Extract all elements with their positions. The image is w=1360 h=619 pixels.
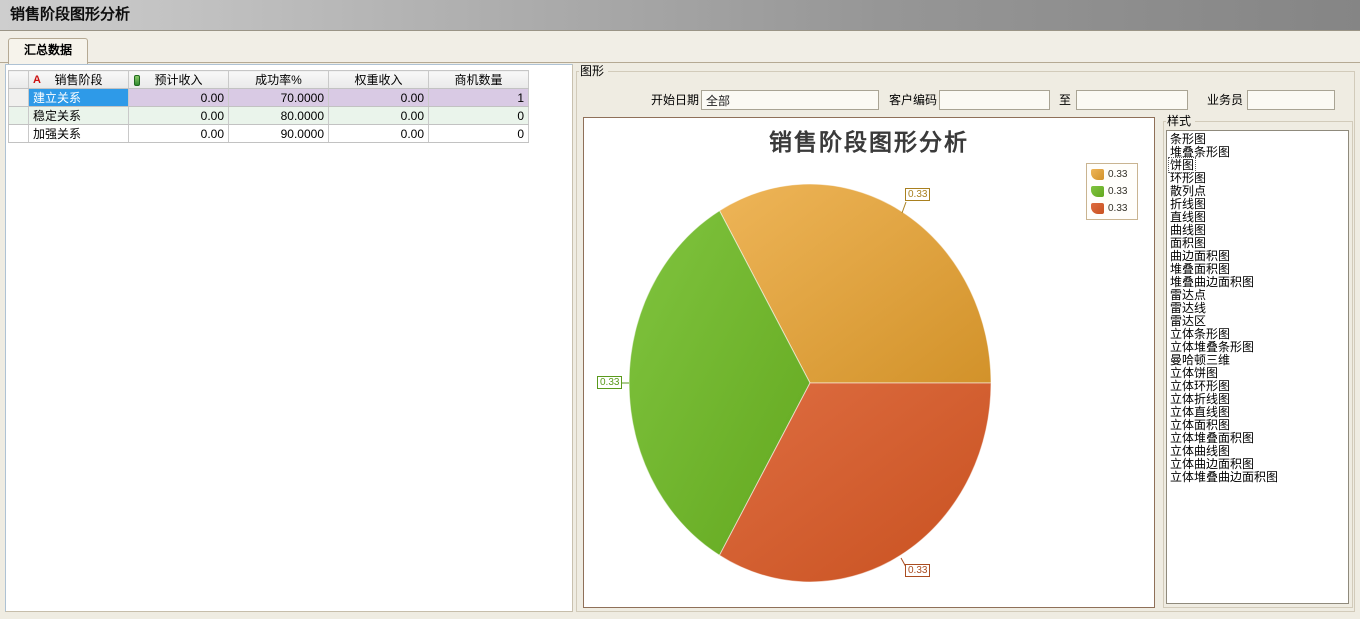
column-header-expected[interactable]: 预计收入	[129, 71, 229, 89]
row-indicator[interactable]	[9, 107, 29, 125]
legend-item: 0.33	[1091, 169, 1133, 180]
legend-label: 0.33	[1108, 203, 1127, 214]
legend-item: 0.33	[1091, 186, 1133, 197]
table-cell[interactable]: 70.0000	[229, 89, 329, 107]
table-cell[interactable]: 1	[429, 89, 529, 107]
table-cell[interactable]: 0.00	[129, 89, 229, 107]
column-header-weighted[interactable]: 权重收入	[329, 71, 429, 89]
chart-area: 销售阶段图形分析 0.33 0.33 0.33 0.33 0.33 0.33	[583, 117, 1155, 608]
pie-slice-value-callout: 0.33	[597, 376, 622, 389]
table-row[interactable]: 加强关系 0.00 90.0000 0.00 0	[9, 125, 529, 143]
tab-summary-data[interactable]: 汇总数据	[8, 38, 88, 64]
column-header-label: 销售阶段	[54, 73, 102, 87]
style-list[interactable]: 条形图堆叠条形图饼图环形图散列点折线图直线图曲线图面积图曲边面积图堆叠面积图堆叠…	[1166, 130, 1349, 604]
style-group-label: 样式	[1166, 114, 1195, 128]
table-cell[interactable]: 0.00	[329, 89, 429, 107]
style-list-item[interactable]: 立体堆叠曲边面积图	[1169, 471, 1348, 484]
start-date-input[interactable]	[701, 90, 879, 110]
customer-code-to-input[interactable]	[1076, 90, 1188, 110]
table-row[interactable]: 稳定关系 0.00 80.0000 0.00 0	[9, 107, 529, 125]
salesperson-label: 业务员	[1197, 90, 1243, 110]
row-indicator[interactable]	[9, 125, 29, 143]
salesperson-input[interactable]	[1247, 90, 1335, 110]
pie-chart	[584, 118, 1154, 607]
pie-slice-value-callout: 0.33	[905, 564, 930, 577]
chart-title: 销售阶段图形分析	[584, 123, 1154, 157]
table-cell[interactable]: 0.00	[129, 125, 229, 143]
tab-strip	[0, 31, 1360, 63]
style-group-box: 样式 条形图堆叠条形图饼图环形图散列点折线图直线图曲线图面积图曲边面积图堆叠面积…	[1163, 121, 1353, 608]
column-header-label: 商机数量	[454, 73, 502, 87]
row-indicator-header[interactable]	[9, 71, 29, 89]
table-cell[interactable]: 0	[429, 107, 529, 125]
column-type-number-icon	[134, 75, 140, 86]
summary-table: A 销售阶段 预计收入 成功率% 权重收入 商机数量 建立关系 0.00 70.…	[8, 70, 529, 143]
table-cell[interactable]: 90.0000	[229, 125, 329, 143]
legend-label: 0.33	[1108, 169, 1127, 180]
column-header-opportunity-count[interactable]: 商机数量	[429, 71, 529, 89]
legend-label: 0.33	[1108, 186, 1127, 197]
table-cell[interactable]: 0.00	[129, 107, 229, 125]
table-cell[interactable]: 0	[429, 125, 529, 143]
legend-swatch-orange	[1091, 169, 1104, 180]
table-cell[interactable]: 加强关系	[29, 125, 129, 143]
legend-swatch-red	[1091, 203, 1104, 214]
legend-item: 0.33	[1091, 203, 1133, 214]
tab-label: 汇总数据	[24, 43, 72, 57]
table-cell[interactable]: 0.00	[329, 125, 429, 143]
pie-slice-value-callout: 0.33	[905, 188, 930, 201]
table-cell[interactable]: 0.00	[329, 107, 429, 125]
legend-swatch-green	[1091, 186, 1104, 197]
table-row-selected[interactable]: 建立关系 0.00 70.0000 0.00 1	[9, 89, 529, 107]
title-bar: 销售阶段图形分析	[0, 0, 1360, 31]
column-type-a-icon: A	[33, 73, 41, 87]
column-header-success-rate[interactable]: 成功率%	[229, 71, 329, 89]
summary-grid-wrap: A 销售阶段 预计收入 成功率% 权重收入 商机数量 建立关系 0.00 70.…	[8, 70, 529, 143]
graph-group-label: 图形	[579, 64, 608, 78]
table-cell[interactable]: 80.0000	[229, 107, 329, 125]
table-header-row: A 销售阶段 预计收入 成功率% 权重收入 商机数量	[9, 71, 529, 89]
column-header-label: 成功率%	[255, 73, 302, 87]
column-header-label: 权重收入	[354, 73, 402, 87]
row-indicator[interactable]	[9, 89, 29, 107]
customer-code-label: 客户编码	[879, 90, 937, 110]
to-label: 至	[1047, 90, 1071, 110]
table-cell[interactable]: 稳定关系	[29, 107, 129, 125]
customer-code-input[interactable]	[939, 90, 1050, 110]
column-header-stage[interactable]: A 销售阶段	[29, 71, 129, 89]
summary-panel	[5, 64, 573, 612]
style-list-item[interactable]: 堆叠条形图	[1169, 146, 1348, 159]
start-date-label: 开始日期	[637, 90, 699, 110]
app-window: { "window": { "title": "销售阶段图形分析" }, "ta…	[0, 0, 1360, 619]
column-header-label: 预计收入	[154, 73, 202, 87]
chart-legend: 0.33 0.33 0.33	[1086, 163, 1138, 220]
page-title: 销售阶段图形分析	[0, 0, 1360, 30]
table-cell[interactable]: 建立关系	[29, 89, 129, 107]
